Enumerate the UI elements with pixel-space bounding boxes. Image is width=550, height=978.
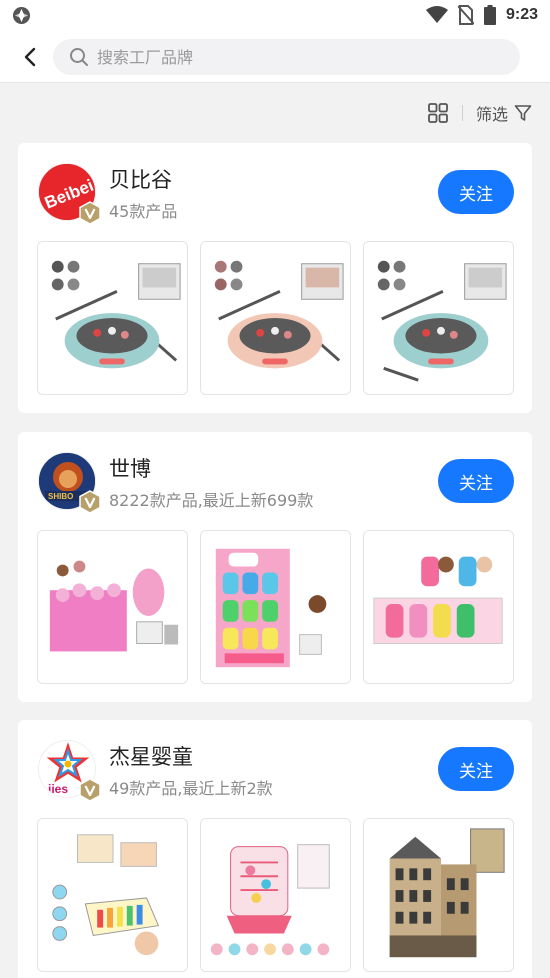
product-thumbnail[interactable] [37,818,188,972]
doll-bottle-set-image [364,531,513,683]
rotating-tower-toy-image [201,819,350,971]
status-time: 9:23 [505,6,538,23]
funnel-icon[interactable] [514,104,532,122]
follow-button[interactable]: 关注 [438,747,514,791]
factory-name[interactable]: 世博 [109,453,151,483]
building-blocks-house-image [364,819,513,971]
svg-text:jies: jies [47,782,68,796]
follow-button[interactable]: 关注 [438,170,514,214]
filter-button[interactable]: 筛选 [476,101,508,125]
status-bar: 9:23 [0,0,550,30]
app-notification-icon [12,6,31,25]
product-thumbnail[interactable] [200,241,351,395]
wifi-icon [425,6,448,23]
grid-view-icon[interactable] [427,102,449,124]
fishing-game-toy-image [38,242,187,394]
product-thumbnails [37,530,514,684]
filter-divider [461,105,463,121]
factory-product-count: 45款产品 [109,202,178,221]
factory-logo[interactable]: Beibei [38,163,101,225]
search-box[interactable] [53,39,520,75]
product-thumbnails [37,241,514,395]
factory-card[interactable]: jies 杰星婴童 49款产品,最近上新2款 关注 [18,720,532,978]
verified-badge-icon [79,201,101,225]
filter-row: 筛选 [427,98,532,128]
product-thumbnail[interactable] [363,530,514,684]
xylophone-toy-image [38,819,187,971]
battery-icon [483,5,496,25]
fishing-game-toy-image [364,242,513,394]
factory-logo[interactable]: jies [38,740,101,802]
factory-name[interactable]: 杰星婴童 [109,741,193,771]
verified-badge-icon [79,778,101,802]
factory-product-count: 49款产品,最近上新2款 [109,779,273,798]
product-thumbnail[interactable] [363,241,514,395]
product-thumbnail[interactable] [37,241,188,395]
search-header [0,30,550,83]
baby-toy-blister-card-image [201,531,350,683]
search-icon [70,48,88,66]
follow-button[interactable]: 关注 [438,459,514,503]
factory-logo[interactable]: SHIBO [38,452,101,514]
product-thumbnail[interactable] [200,530,351,684]
chevron-left-icon [24,47,36,67]
factory-card[interactable]: SHIBO 世博 8222款产品,最近上新699款 关注 [18,432,532,702]
no-sim-icon [457,5,474,25]
doll-display-box-image [38,531,187,683]
product-thumbnails [37,818,514,972]
product-thumbnail[interactable] [37,530,188,684]
factory-card[interactable]: Beibei 贝比谷 45款产品 关注 [18,143,532,413]
fishing-game-toy-image [201,242,350,394]
verified-badge-icon [79,490,101,514]
factory-product-count: 8222款产品,最近上新699款 [109,491,314,510]
svg-text:SHIBO: SHIBO [48,492,73,501]
factory-name[interactable]: 贝比谷 [109,164,172,194]
product-thumbnail[interactable] [363,818,514,972]
back-button[interactable] [16,42,44,72]
search-input[interactable] [97,47,497,67]
product-thumbnail[interactable] [200,818,351,972]
